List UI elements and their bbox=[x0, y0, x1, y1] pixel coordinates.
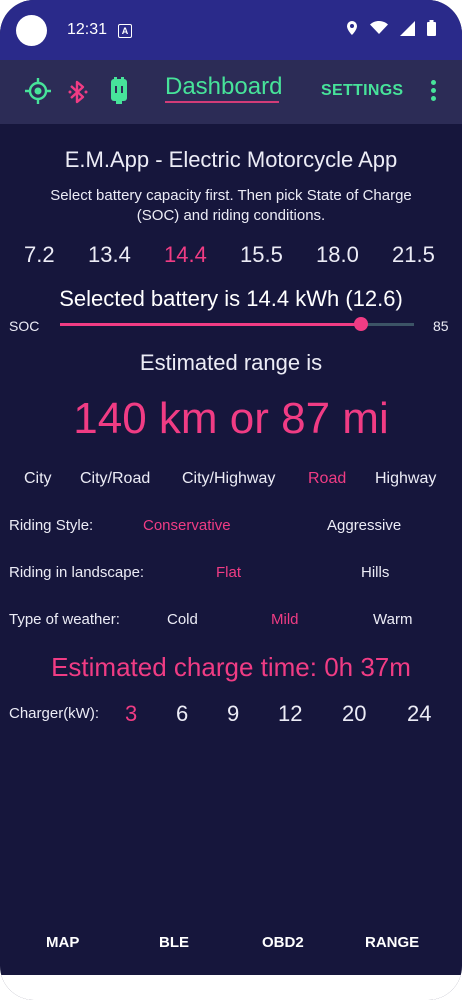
condition-option[interactable]: City bbox=[24, 470, 52, 488]
location-icon bbox=[347, 21, 357, 35]
battery-option[interactable]: 13.4 bbox=[88, 242, 131, 268]
battery-option[interactable]: 21.5 bbox=[392, 242, 435, 268]
crosshair-icon[interactable] bbox=[25, 78, 51, 104]
camera-cutout bbox=[16, 15, 47, 46]
landscape-option[interactable]: Hills bbox=[361, 564, 389, 581]
weather-option[interactable]: Warm bbox=[373, 611, 412, 628]
nav-range[interactable]: RANGE bbox=[365, 934, 419, 951]
selected-battery-text: Selected battery is 14.4 kWh (12.6) bbox=[59, 286, 403, 311]
status-time: 12:31 bbox=[67, 21, 108, 38]
nav-ble[interactable]: BLE bbox=[159, 934, 189, 951]
soc-label: SOC bbox=[9, 318, 40, 334]
more-vert-icon[interactable] bbox=[431, 80, 436, 104]
condition-option-selected[interactable]: Road bbox=[308, 470, 346, 488]
range-label: Estimated range is bbox=[139, 350, 323, 375]
battery-option[interactable]: 7.2 bbox=[24, 242, 55, 268]
landscape-option-selected[interactable]: Flat bbox=[216, 564, 241, 581]
home-indicator-bar bbox=[0, 975, 462, 1000]
charger-option-selected[interactable]: 3 bbox=[125, 701, 137, 727]
instruction-line-1: Select battery capacity first. Then pick… bbox=[50, 187, 412, 204]
condition-option[interactable]: Highway bbox=[375, 470, 436, 488]
charger-option[interactable]: 20 bbox=[342, 701, 366, 727]
app-title: E.M.App - Electric Motorcycle App bbox=[64, 147, 398, 172]
charger-option[interactable]: 12 bbox=[278, 701, 302, 727]
weather-label: Type of weather: bbox=[9, 611, 120, 628]
wifi-icon bbox=[370, 21, 388, 34]
bluetooth-icon[interactable] bbox=[68, 79, 88, 105]
riding-style-label: Riding Style: bbox=[9, 517, 94, 534]
charger-option[interactable]: 9 bbox=[227, 701, 239, 727]
charger-option[interactable]: 6 bbox=[176, 701, 188, 727]
tab-indicator bbox=[165, 101, 279, 103]
weather-option[interactable]: Cold bbox=[167, 611, 198, 628]
riding-style-option[interactable]: Aggressive bbox=[327, 517, 401, 534]
charger-label: Charger(kW): bbox=[9, 705, 100, 722]
status-bar: 12:31 A bbox=[0, 0, 462, 60]
notification-a-icon: A bbox=[118, 24, 132, 38]
settings-button[interactable]: SETTINGS bbox=[321, 82, 403, 100]
range-value: 140 km or 87 mi bbox=[73, 394, 389, 443]
nav-obd2[interactable]: OBD2 bbox=[262, 934, 304, 951]
riding-style-option-selected[interactable]: Conservative bbox=[143, 517, 231, 534]
signal-icon bbox=[400, 20, 415, 36]
battery-icon[interactable] bbox=[110, 77, 128, 105]
condition-option[interactable]: City/Highway bbox=[182, 470, 275, 488]
system-icons bbox=[346, 20, 436, 36]
soc-slider-fill bbox=[60, 323, 361, 326]
landscape-label: Riding in landscape: bbox=[9, 564, 145, 581]
phone-screen: 12:31 A Dashboard SETTINGS E.M.App - Ele… bbox=[0, 0, 462, 1000]
battery-option-selected[interactable]: 14.4 bbox=[164, 242, 207, 268]
nav-map[interactable]: MAP bbox=[46, 934, 79, 951]
charge-time: Estimated charge time: 0h 37m bbox=[51, 652, 411, 682]
soc-slider-thumb[interactable] bbox=[353, 317, 368, 331]
soc-value: 85 bbox=[433, 318, 449, 334]
battery-option[interactable]: 18.0 bbox=[316, 242, 359, 268]
condition-option[interactable]: City/Road bbox=[80, 470, 150, 488]
weather-option-selected[interactable]: Mild bbox=[271, 611, 299, 628]
charger-option[interactable]: 24 bbox=[407, 701, 431, 727]
tab-dashboard[interactable]: Dashboard bbox=[165, 73, 282, 101]
instruction-line-2: (SOC) and riding conditions. bbox=[136, 207, 326, 224]
battery-status-icon bbox=[427, 20, 436, 36]
battery-option[interactable]: 15.5 bbox=[240, 242, 283, 268]
